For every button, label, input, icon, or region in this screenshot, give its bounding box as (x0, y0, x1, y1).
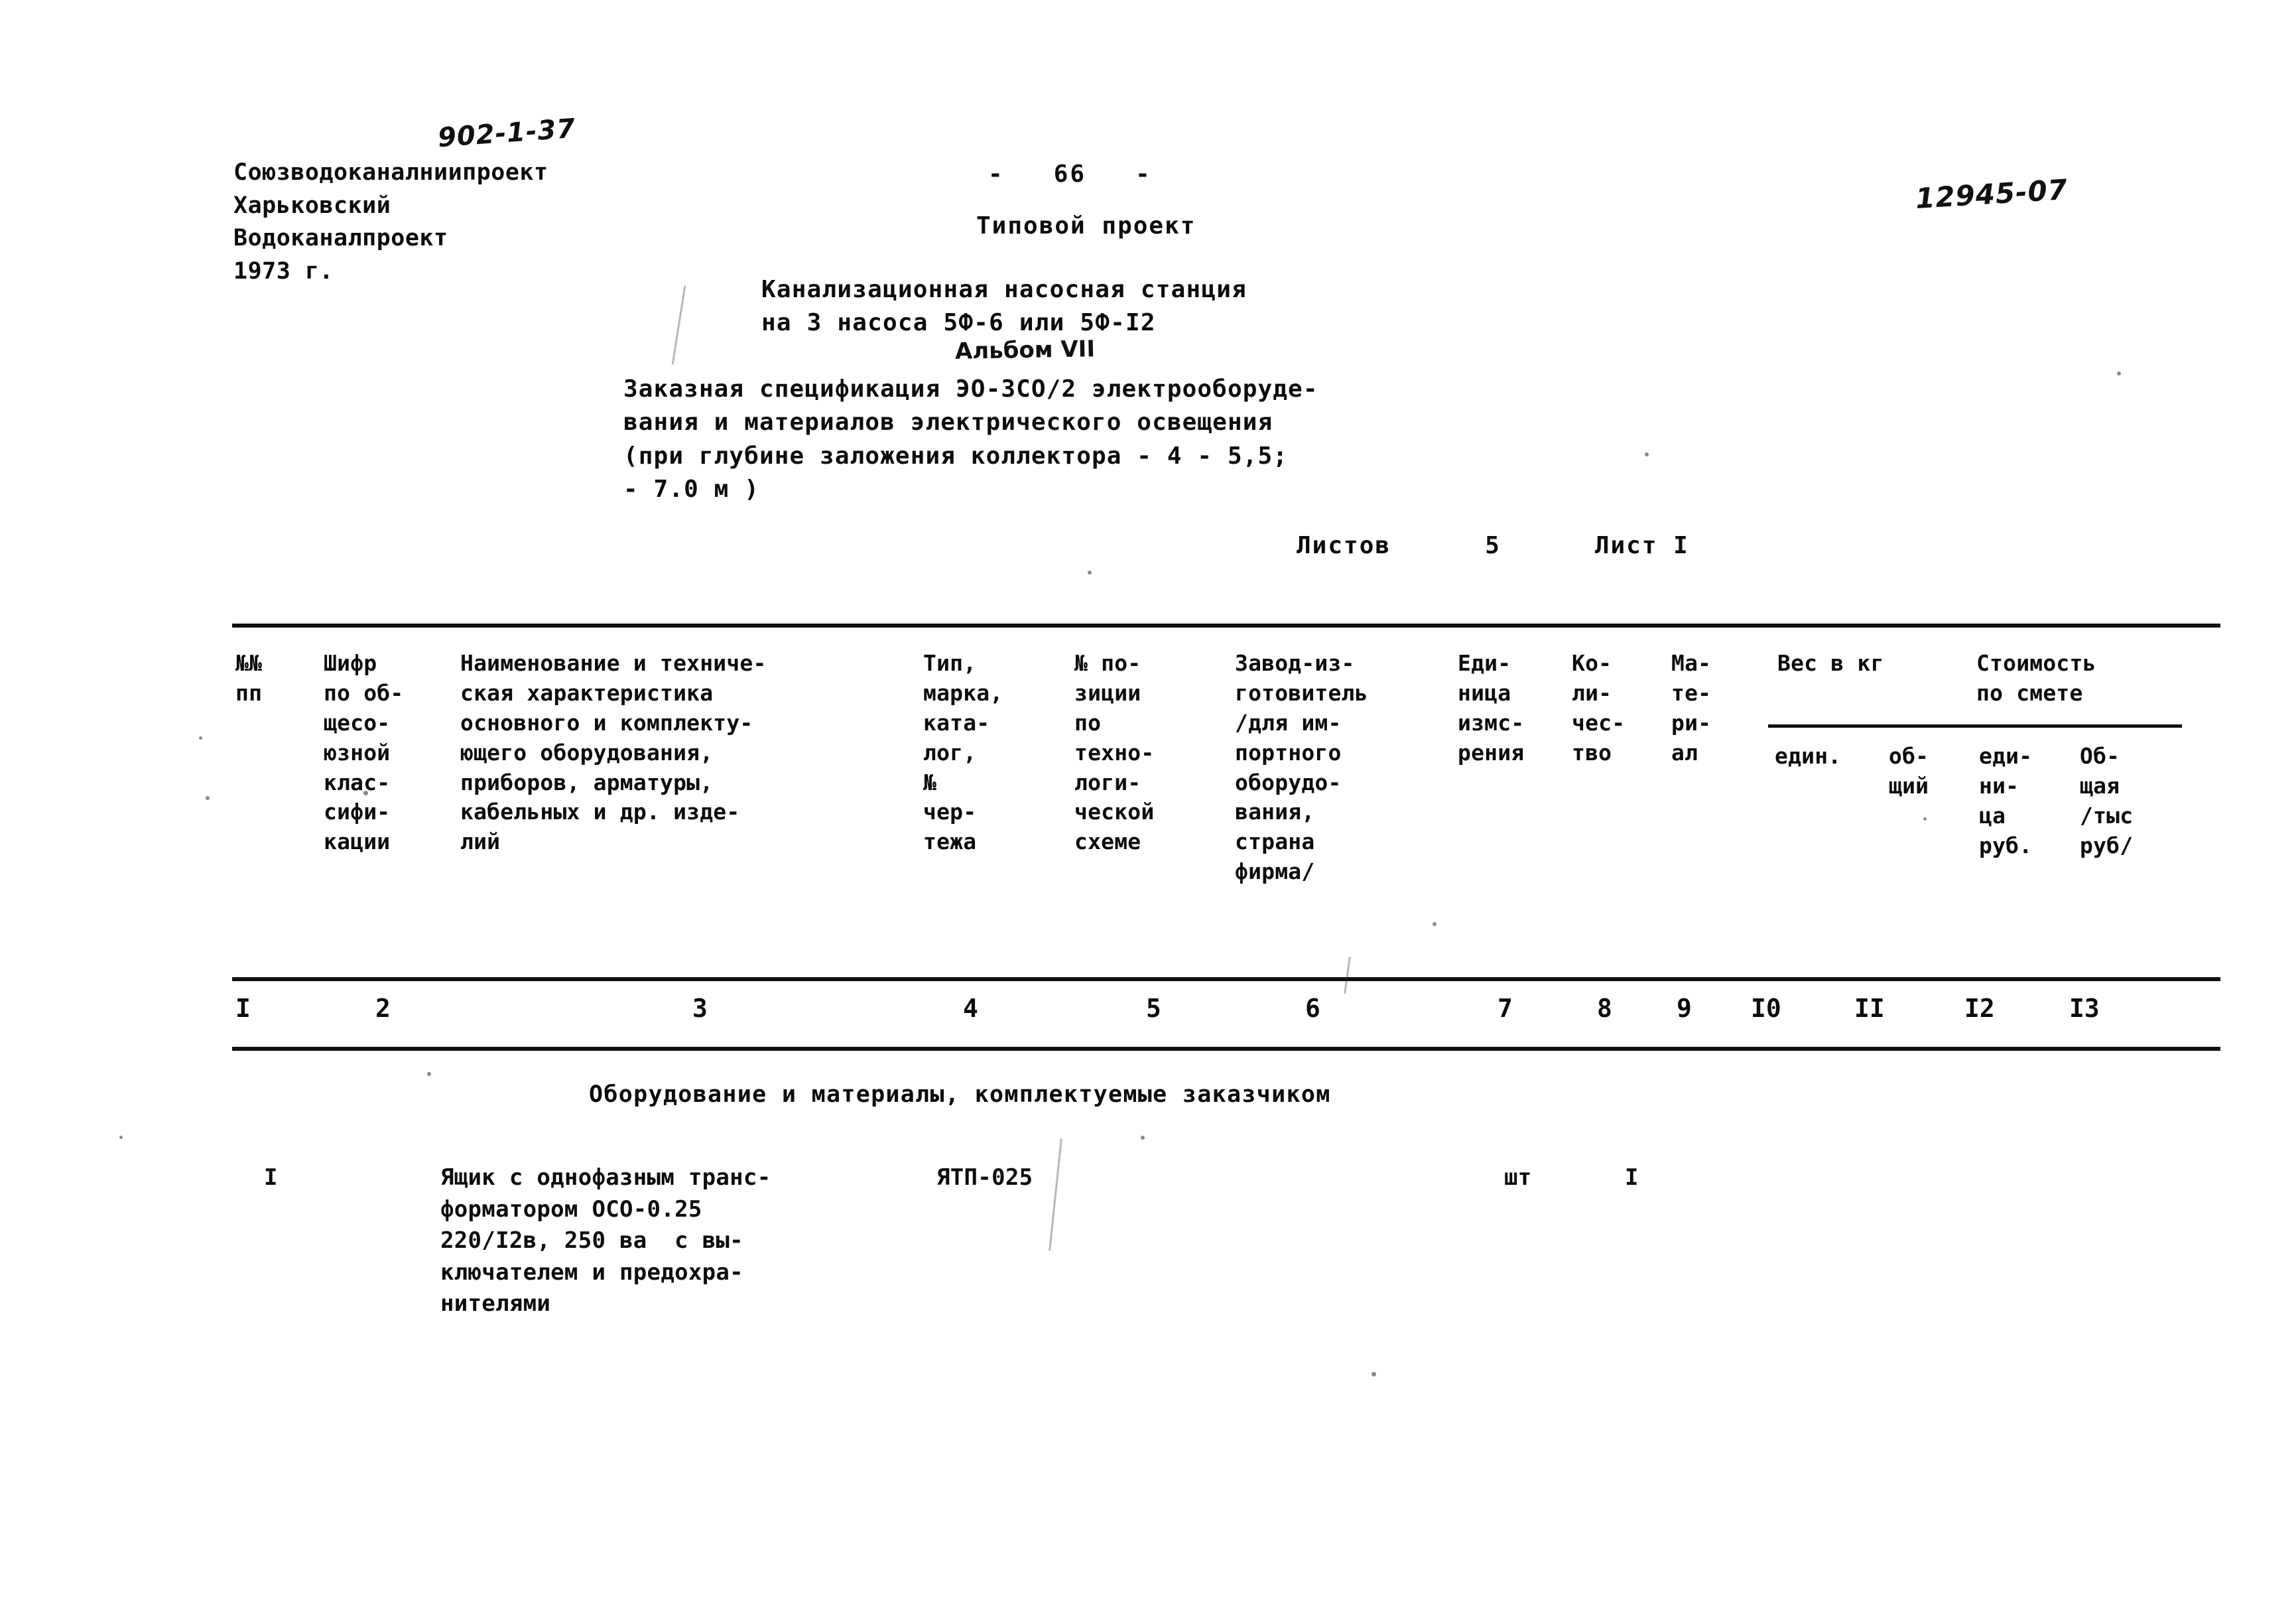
scan-speck (1433, 922, 1436, 926)
table-row-unit: шт (1504, 1164, 1532, 1191)
scan-speck (1645, 452, 1649, 456)
table-row-name: Ящик с однофазным транс- форматором ОСО-… (440, 1164, 771, 1317)
scan-speck (1088, 571, 1092, 574)
column-number-3: 3 (692, 994, 708, 1023)
org-line-2: Харьковский (233, 192, 391, 219)
scan-speck (427, 1072, 431, 1076)
header-bottom-rule (232, 977, 2220, 981)
column-header-group-weight: Вес в кг (1777, 650, 1884, 676)
column-number-11: II (1854, 994, 1885, 1023)
column-header-unit-of-measure: Еди- ница измс- рения (1458, 650, 1525, 766)
project-code-handwritten: 902-1-37 (436, 113, 577, 154)
column-header-cost-total: Об- щая /тыс руб/ (2080, 743, 2134, 858)
column-number-9: 9 (1677, 994, 1692, 1023)
org-line-4: 1973 г. (233, 258, 334, 285)
object-title-line-2: на 3 насоса 5Ф-6 или 5Ф-I2 (761, 308, 1156, 336)
scan-speck (2117, 371, 2121, 375)
column-header-manufacturer: Завод-из- готовитель /для им- портного о… (1235, 650, 1368, 885)
scan-speck (206, 796, 210, 800)
scan-speck (1923, 817, 1927, 821)
column-header-cost-per-unit: еди- ни- ца руб. (1979, 743, 2033, 858)
scan-speck (1141, 1136, 1145, 1140)
spec-title-line-2: вания и материалов электрического освеще… (623, 409, 1273, 437)
column-header-name-and-specs: Наименование и техниче- ская характерист… (460, 650, 767, 855)
scan-streak (1344, 957, 1351, 994)
column-header-weight-total: об- щий (1889, 743, 1929, 799)
org-line-1: Союзводоканалниипроект (233, 159, 548, 186)
column-header-position-number: № по- зиции по техно- логи- ческой схеме (1074, 650, 1155, 855)
organization-block: Союзводоканалниипроект Харьковский Водок… (233, 157, 548, 289)
column-header-quantity: Ко- ли- чес- тво (1572, 650, 1626, 766)
column-number-1: I (235, 994, 251, 1023)
scan-streak (1049, 1138, 1062, 1251)
table-row-number: I (264, 1164, 278, 1191)
column-number-bottom-rule (232, 1047, 2220, 1051)
section-title: Оборудование и материалы, комплектуемые … (589, 1081, 1331, 1108)
sheet-count-line: Листов 5 Лист I (1297, 532, 1689, 559)
column-header-classifier-code: Шифр по об- щесо- юзной клас- сифи- каци… (324, 650, 404, 855)
spec-title-line-4: - 7.0 м ) (623, 476, 759, 504)
scanned-document-page: 902-1-37 Союзводоканалниипроект Харьковс… (0, 0, 2296, 1616)
object-title: Канализационная насосная станция на 3 на… (761, 273, 1247, 339)
table-row-quantity: I (1625, 1164, 1639, 1191)
column-number-8: 8 (1597, 994, 1612, 1023)
scan-speck (199, 736, 202, 740)
scan-streak (671, 285, 686, 365)
column-number-4: 4 (963, 994, 978, 1023)
scan-speck (119, 1136, 123, 1139)
album-number-handwritten: Альбом VII (954, 336, 1096, 365)
object-title-line-1: Канализационная насосная станция (761, 276, 1247, 303)
column-header-no: №№ пп (235, 650, 263, 706)
table-row-type: ЯТП-025 (936, 1164, 1033, 1191)
table-top-rule (232, 624, 2220, 628)
document-kind: Типовой проект (976, 212, 1196, 239)
column-header-material: Ма- те- ри- ал (1671, 650, 1712, 766)
archive-code-handwritten: 12945-07 (1914, 173, 2069, 215)
column-number-12: I2 (1964, 994, 1995, 1023)
specification-title: Заказная спецификация ЭО-ЗСО/2 электрооб… (623, 373, 1318, 507)
scan-speck (1371, 1372, 1376, 1377)
spec-title-line-3: (при глубине заложения коллектора - 4 - … (623, 442, 1289, 470)
column-header-group-cost: Стоимость по смете (1976, 650, 2096, 706)
column-number-6: 6 (1305, 994, 1320, 1023)
column-header-type-mark-catalog: Тип, марка, ката- лог, № чер- тежа (923, 650, 1003, 855)
column-header-weight-per-unit: един. (1775, 743, 1842, 769)
spec-title-line-1: Заказная спецификация ЭО-ЗСО/2 электрооб… (623, 375, 1318, 403)
column-number-2: 2 (375, 994, 391, 1023)
column-number-5: 5 (1146, 994, 1161, 1023)
weight-cost-subheader-rule (1768, 724, 2182, 728)
scan-speck (363, 791, 368, 795)
page-number: - 66 - (988, 161, 1152, 188)
column-number-7: 7 (1498, 994, 1513, 1023)
column-number-13: I3 (2069, 994, 2100, 1023)
org-line-3: Водоканалпроект (233, 225, 448, 252)
column-number-10: I0 (1751, 994, 1781, 1023)
